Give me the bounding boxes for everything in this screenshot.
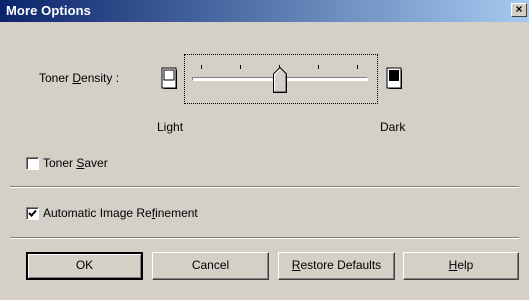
cancel-button[interactable]: Cancel [152,252,269,280]
auto-refinement-label[interactable]: Automatic Image Refinement [43,206,198,220]
auto-refinement-label-rest: inement [155,206,198,220]
window-title: More Options [6,3,91,18]
toner-saver-label[interactable]: Toner Saver [43,156,108,170]
dark-page-icon [386,67,402,89]
checkmark-icon [28,209,37,217]
separator [10,186,519,188]
slider-tick [318,65,319,69]
slider-tick [357,65,358,69]
toner-density-label-mnemonic: D [72,71,82,85]
density-slider-thumb[interactable] [273,67,287,93]
slider-tick [240,65,241,69]
light-label: Light [157,120,184,134]
more-options-dialog: More Options × Toner Density : Light Dar… [0,0,529,300]
separator [10,237,519,239]
auto-refinement-label-prefix: Automatic Image Re [43,206,152,220]
toner-saver-label-prefix: Toner [43,156,77,170]
restore-defaults-label-rest: estore Defaults [300,258,382,272]
help-button[interactable]: Help [403,252,519,280]
dark-label: Dark [380,120,406,134]
ok-button[interactable]: OK [26,252,143,280]
toner-density-label-rest: ensity : [81,71,120,85]
restore-defaults-button[interactable]: Restore Defaults [278,252,395,280]
toner-density-label-prefix: Toner [39,71,73,85]
auto-refinement-checkbox[interactable] [26,207,39,220]
light-page-icon [161,67,177,89]
toner-density-label: Toner Density : [39,71,119,85]
slider-tick [201,65,202,69]
close-icon: × [515,2,523,16]
help-label-rest: elp [457,258,474,272]
close-button[interactable]: × [511,3,527,17]
toner-saver-label-rest: aver [84,156,108,170]
title-bar[interactable]: More Options × [0,0,529,22]
toner-saver-checkbox[interactable] [26,157,39,170]
